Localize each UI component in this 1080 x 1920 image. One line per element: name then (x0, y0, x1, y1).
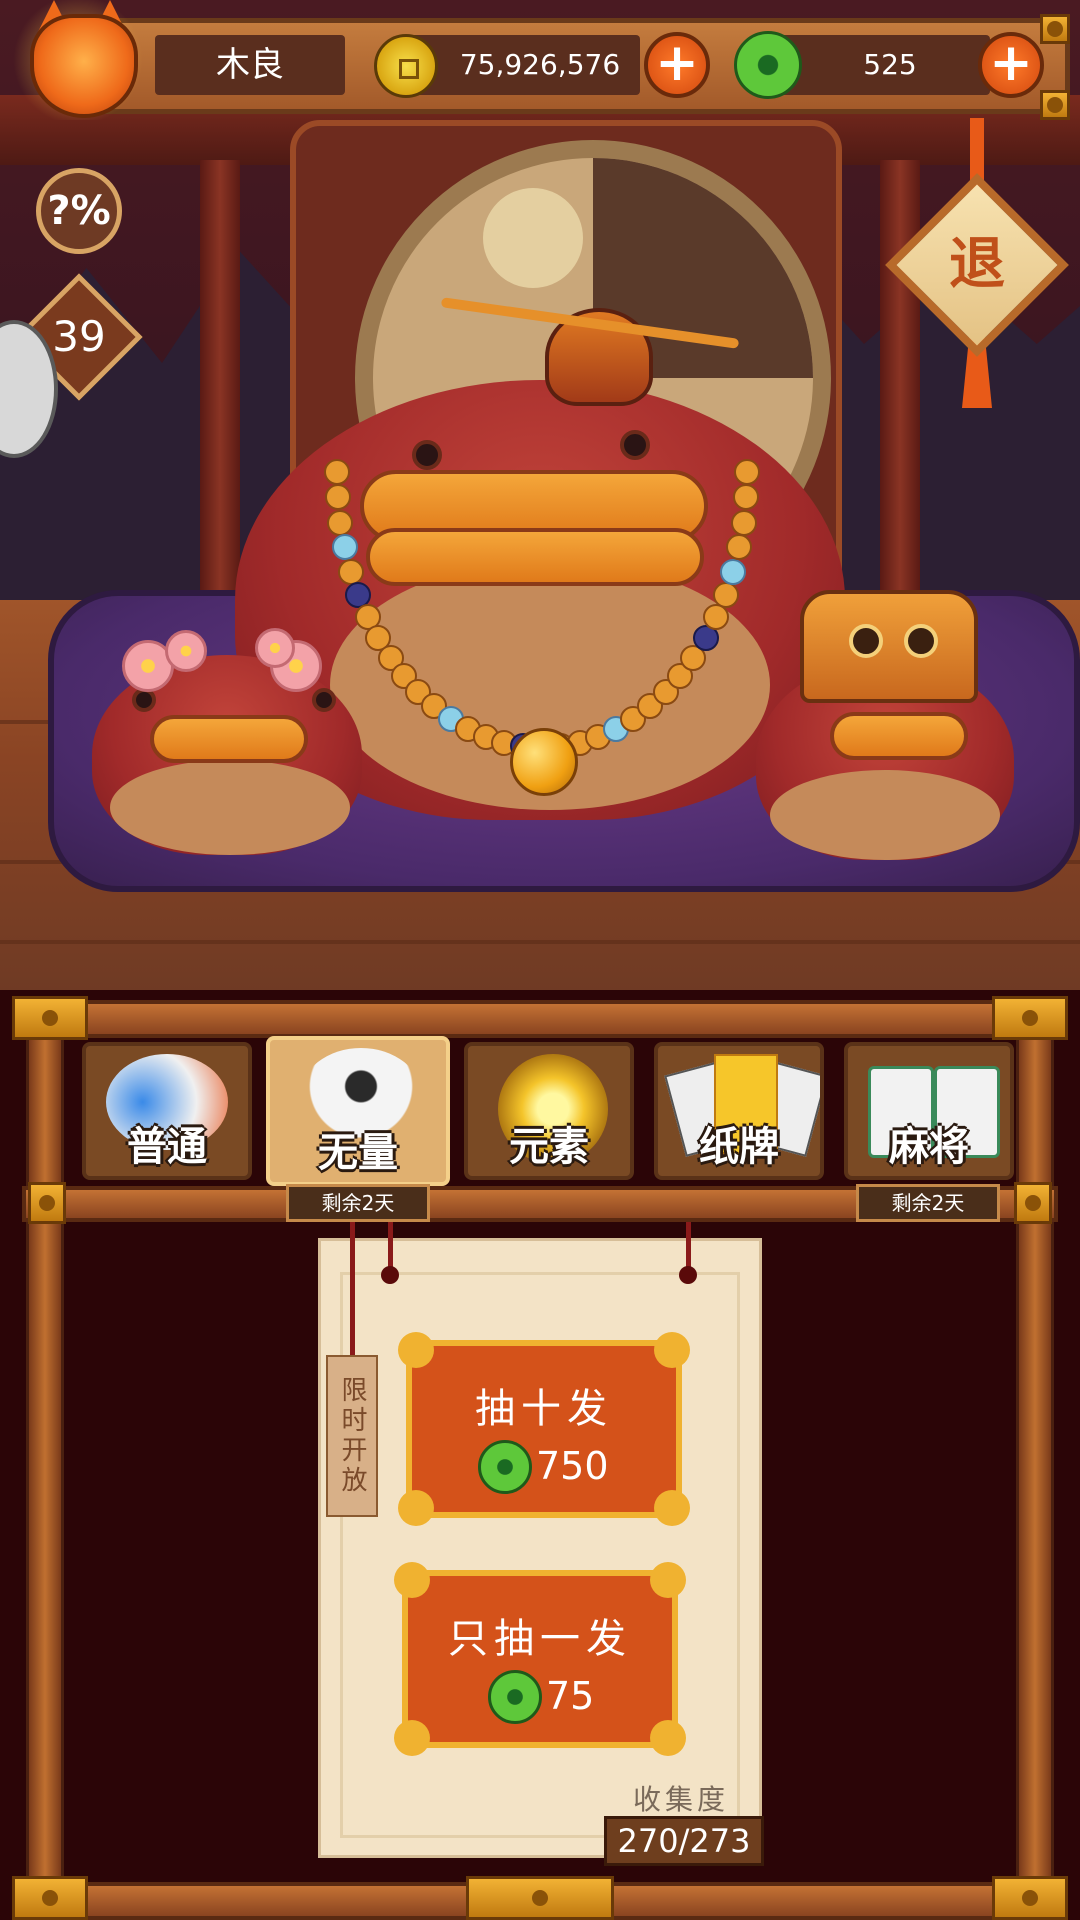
flower-icon (255, 628, 295, 668)
jade-icon (734, 31, 802, 99)
fox-mask-icon (30, 14, 138, 118)
tab-normal[interactable]: 普通 (82, 1042, 252, 1180)
bead (337, 558, 364, 585)
coin-count: 75,926,576 (459, 48, 621, 81)
add-jade-button[interactable]: + (978, 32, 1044, 98)
add-coins-button[interactable]: + (644, 32, 710, 98)
draw-ten-button[interactable]: 抽十发 750 (398, 1332, 690, 1526)
tab-mahjong-remaining: 剩余2天 (856, 1184, 1000, 1222)
necklace-pendant (510, 728, 578, 796)
jade-icon (478, 1440, 532, 1494)
bead (733, 484, 760, 511)
tab-wuliang-remaining: 剩余2天 (286, 1184, 430, 1222)
tab-cards[interactable]: 纸牌 (654, 1042, 824, 1180)
draw-one-button[interactable]: 只抽一发 75 (394, 1562, 686, 1756)
collection-label: 收集度 (632, 1783, 729, 1816)
jade-count: 525 (863, 48, 917, 81)
player-name: 木良 (216, 45, 284, 85)
coin-icon (374, 34, 438, 98)
limited-time-tag: 限时开放 (326, 1355, 378, 1517)
exit-label[interactable]: 退 (912, 200, 1042, 330)
shrine-scene (0, 0, 1080, 1000)
bead (324, 484, 351, 511)
cat-mask (800, 590, 978, 703)
jade-icon (488, 1670, 542, 1724)
bead (327, 509, 354, 536)
tab-wuliang[interactable]: 无量 (266, 1036, 450, 1186)
collection-value: 270/273 (604, 1816, 764, 1866)
flower-icon (165, 630, 207, 672)
bead (720, 558, 747, 585)
tab-element[interactable]: 元素 (464, 1042, 634, 1180)
bead (712, 581, 739, 608)
bead (730, 509, 757, 536)
bead (324, 459, 350, 485)
bead (331, 534, 358, 561)
probability-button[interactable]: ?% (36, 168, 122, 254)
bead (726, 534, 753, 561)
tab-mahjong[interactable]: 麻将 (844, 1042, 1014, 1180)
bead (703, 604, 730, 631)
player-avatar[interactable] (8, 0, 148, 120)
bead (734, 459, 760, 485)
